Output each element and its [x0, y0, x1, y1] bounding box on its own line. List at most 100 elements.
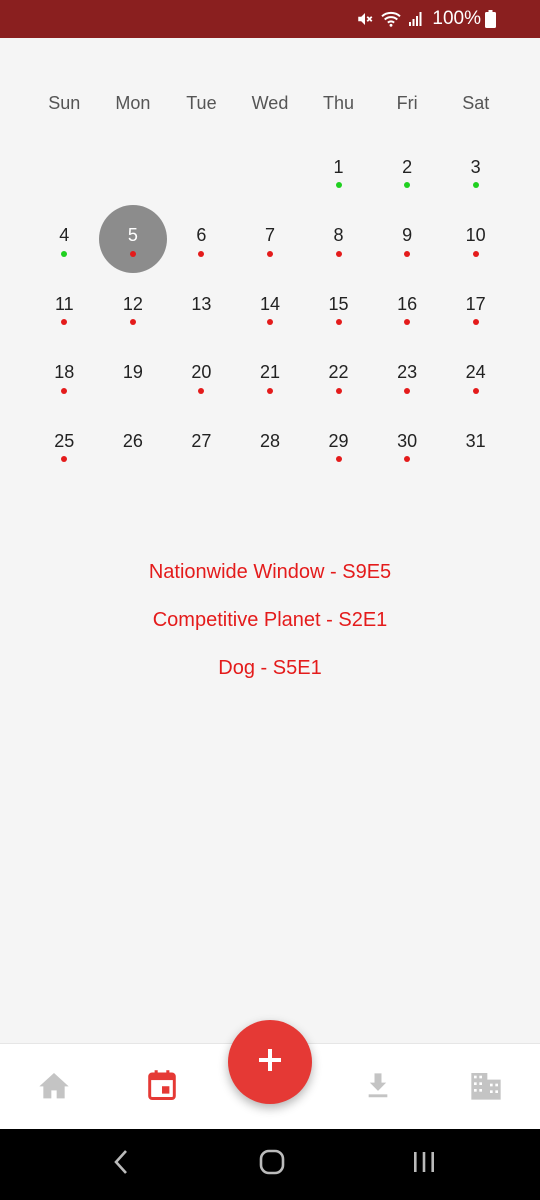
calendar-day[interactable]: 24: [441, 342, 510, 411]
calendar-day[interactable]: 1: [304, 136, 373, 205]
calendar-day[interactable]: 31: [441, 410, 510, 479]
calendar-day[interactable]: 8: [304, 205, 373, 274]
calendar-day[interactable]: 25: [30, 410, 99, 479]
watched-dot: [335, 182, 342, 188]
weekday-label: Sun: [48, 93, 81, 113]
calendar-day[interactable]: 26: [99, 410, 168, 479]
day-number: 13: [191, 293, 212, 314]
calendar-day[interactable]: 11: [30, 273, 99, 342]
day-number: 25: [54, 430, 75, 451]
day-number: 7: [264, 225, 275, 246]
episode-dot: [404, 319, 411, 325]
day-number: 8: [333, 225, 344, 246]
nav-calendar[interactable]: [122, 1044, 202, 1130]
episode-list: Nationwide Window - S9E5 Competitive Pla…: [0, 553, 540, 697]
empty-day-cell: [167, 136, 236, 205]
calendar-day[interactable]: 19: [99, 342, 168, 411]
day-number: 15: [328, 293, 349, 314]
episode-dot: [404, 456, 411, 462]
weekday-label: Thu: [323, 93, 355, 113]
system-home-button[interactable]: [232, 1129, 312, 1200]
nav-studios[interactable]: [446, 1044, 526, 1130]
calendar-day[interactable]: 16: [373, 273, 442, 342]
calendar-day[interactable]: 21: [236, 342, 305, 411]
wifi-icon: [380, 10, 402, 28]
episode-dot: [335, 456, 342, 462]
calendar-day[interactable]: 13: [167, 273, 236, 342]
day-number: 31: [465, 430, 486, 451]
calendar-day[interactable]: 15: [304, 273, 373, 342]
calendar-day[interactable]: 18: [30, 342, 99, 411]
calendar-day[interactable]: 9: [373, 205, 442, 274]
calendar-day[interactable]: 20: [167, 342, 236, 411]
system-recents-button[interactable]: [384, 1129, 464, 1200]
day-number: 21: [259, 362, 280, 383]
calendar-day[interactable]: 12: [99, 273, 168, 342]
day-number: 12: [122, 293, 143, 314]
episode-item[interactable]: Dog - S5E1: [0, 649, 540, 697]
weekday-label: Mon: [115, 93, 151, 113]
home-circle-icon: [258, 1148, 286, 1181]
calendar-day[interactable]: 5: [98, 204, 168, 274]
calendar-day[interactable]: 30: [373, 410, 442, 479]
episode-dot: [198, 250, 205, 257]
calendar-day[interactable]: 7: [236, 205, 305, 274]
day-number: 6: [196, 225, 207, 246]
empty-day-cell: [236, 136, 305, 205]
episode-dot: [61, 319, 68, 325]
calendar-grid: 1 2 3 4 5 6 7 8 9 10 11 12 13 14 15 16 17 18 19 20 21 22 23 24 2…: [30, 136, 510, 479]
plus-icon: [257, 1047, 283, 1078]
watched-dot: [404, 182, 411, 188]
episode-dot: [198, 387, 205, 394]
calendar-day[interactable]: 10: [441, 205, 510, 274]
episode-dot: [472, 250, 479, 257]
day-number: 19: [122, 362, 143, 383]
watched-dot: [472, 182, 479, 188]
day-number: 1: [333, 156, 344, 177]
calendar-day[interactable]: 29: [304, 410, 373, 479]
day-number: 20: [191, 362, 212, 383]
day-number: 10: [465, 225, 486, 246]
calendar-day[interactable]: 4: [30, 205, 99, 274]
weekday-label: Tue: [186, 93, 217, 113]
battery-percent: 100%: [432, 8, 481, 29]
calendar-day[interactable]: 17: [441, 273, 510, 342]
weekday-label: Sat: [462, 93, 490, 113]
nav-home[interactable]: [14, 1044, 94, 1130]
calendar-day[interactable]: 6: [167, 205, 236, 274]
episode-item[interactable]: Competitive Planet - S2E1: [0, 601, 540, 649]
day-number: 9: [402, 225, 413, 246]
calendar-day[interactable]: 23: [373, 342, 442, 411]
episode-dot: [404, 250, 411, 257]
system-nav-bar: [0, 1129, 540, 1200]
calendar-day[interactable]: 22: [304, 342, 373, 411]
battery-icon: [485, 10, 496, 28]
day-number: 4: [59, 225, 70, 246]
weekday-label: Fri: [396, 93, 418, 113]
episode-item[interactable]: Nationwide Window - S9E5: [0, 553, 540, 601]
calendar-day[interactable]: 2: [373, 136, 442, 205]
day-number: 23: [397, 362, 418, 383]
day-number: 16: [397, 293, 418, 314]
system-back-button[interactable]: [82, 1129, 162, 1200]
episode-dot: [61, 387, 68, 394]
day-number: 29: [328, 430, 349, 451]
day-number: 3: [470, 156, 481, 177]
mute-icon: [356, 10, 374, 28]
add-button[interactable]: [228, 1020, 312, 1104]
day-number: 2: [402, 156, 413, 177]
back-icon: [112, 1148, 132, 1181]
weekday-header: Sun Mon Tue Wed Thu Fri Sat: [30, 90, 510, 116]
status-bar: 100%: [0, 0, 540, 38]
day-number: 18: [54, 362, 75, 383]
empty-day-cell: [99, 136, 168, 205]
nav-downloads[interactable]: [338, 1044, 418, 1130]
calendar-day[interactable]: 27: [167, 410, 236, 479]
calendar-day[interactable]: 3: [441, 136, 510, 205]
day-number: 27: [191, 430, 212, 451]
day-number: 14: [259, 293, 280, 314]
episode-dot: [266, 250, 273, 257]
home-icon: [38, 1070, 70, 1105]
calendar-day[interactable]: 28: [236, 410, 305, 479]
calendar-day[interactable]: 14: [236, 273, 305, 342]
